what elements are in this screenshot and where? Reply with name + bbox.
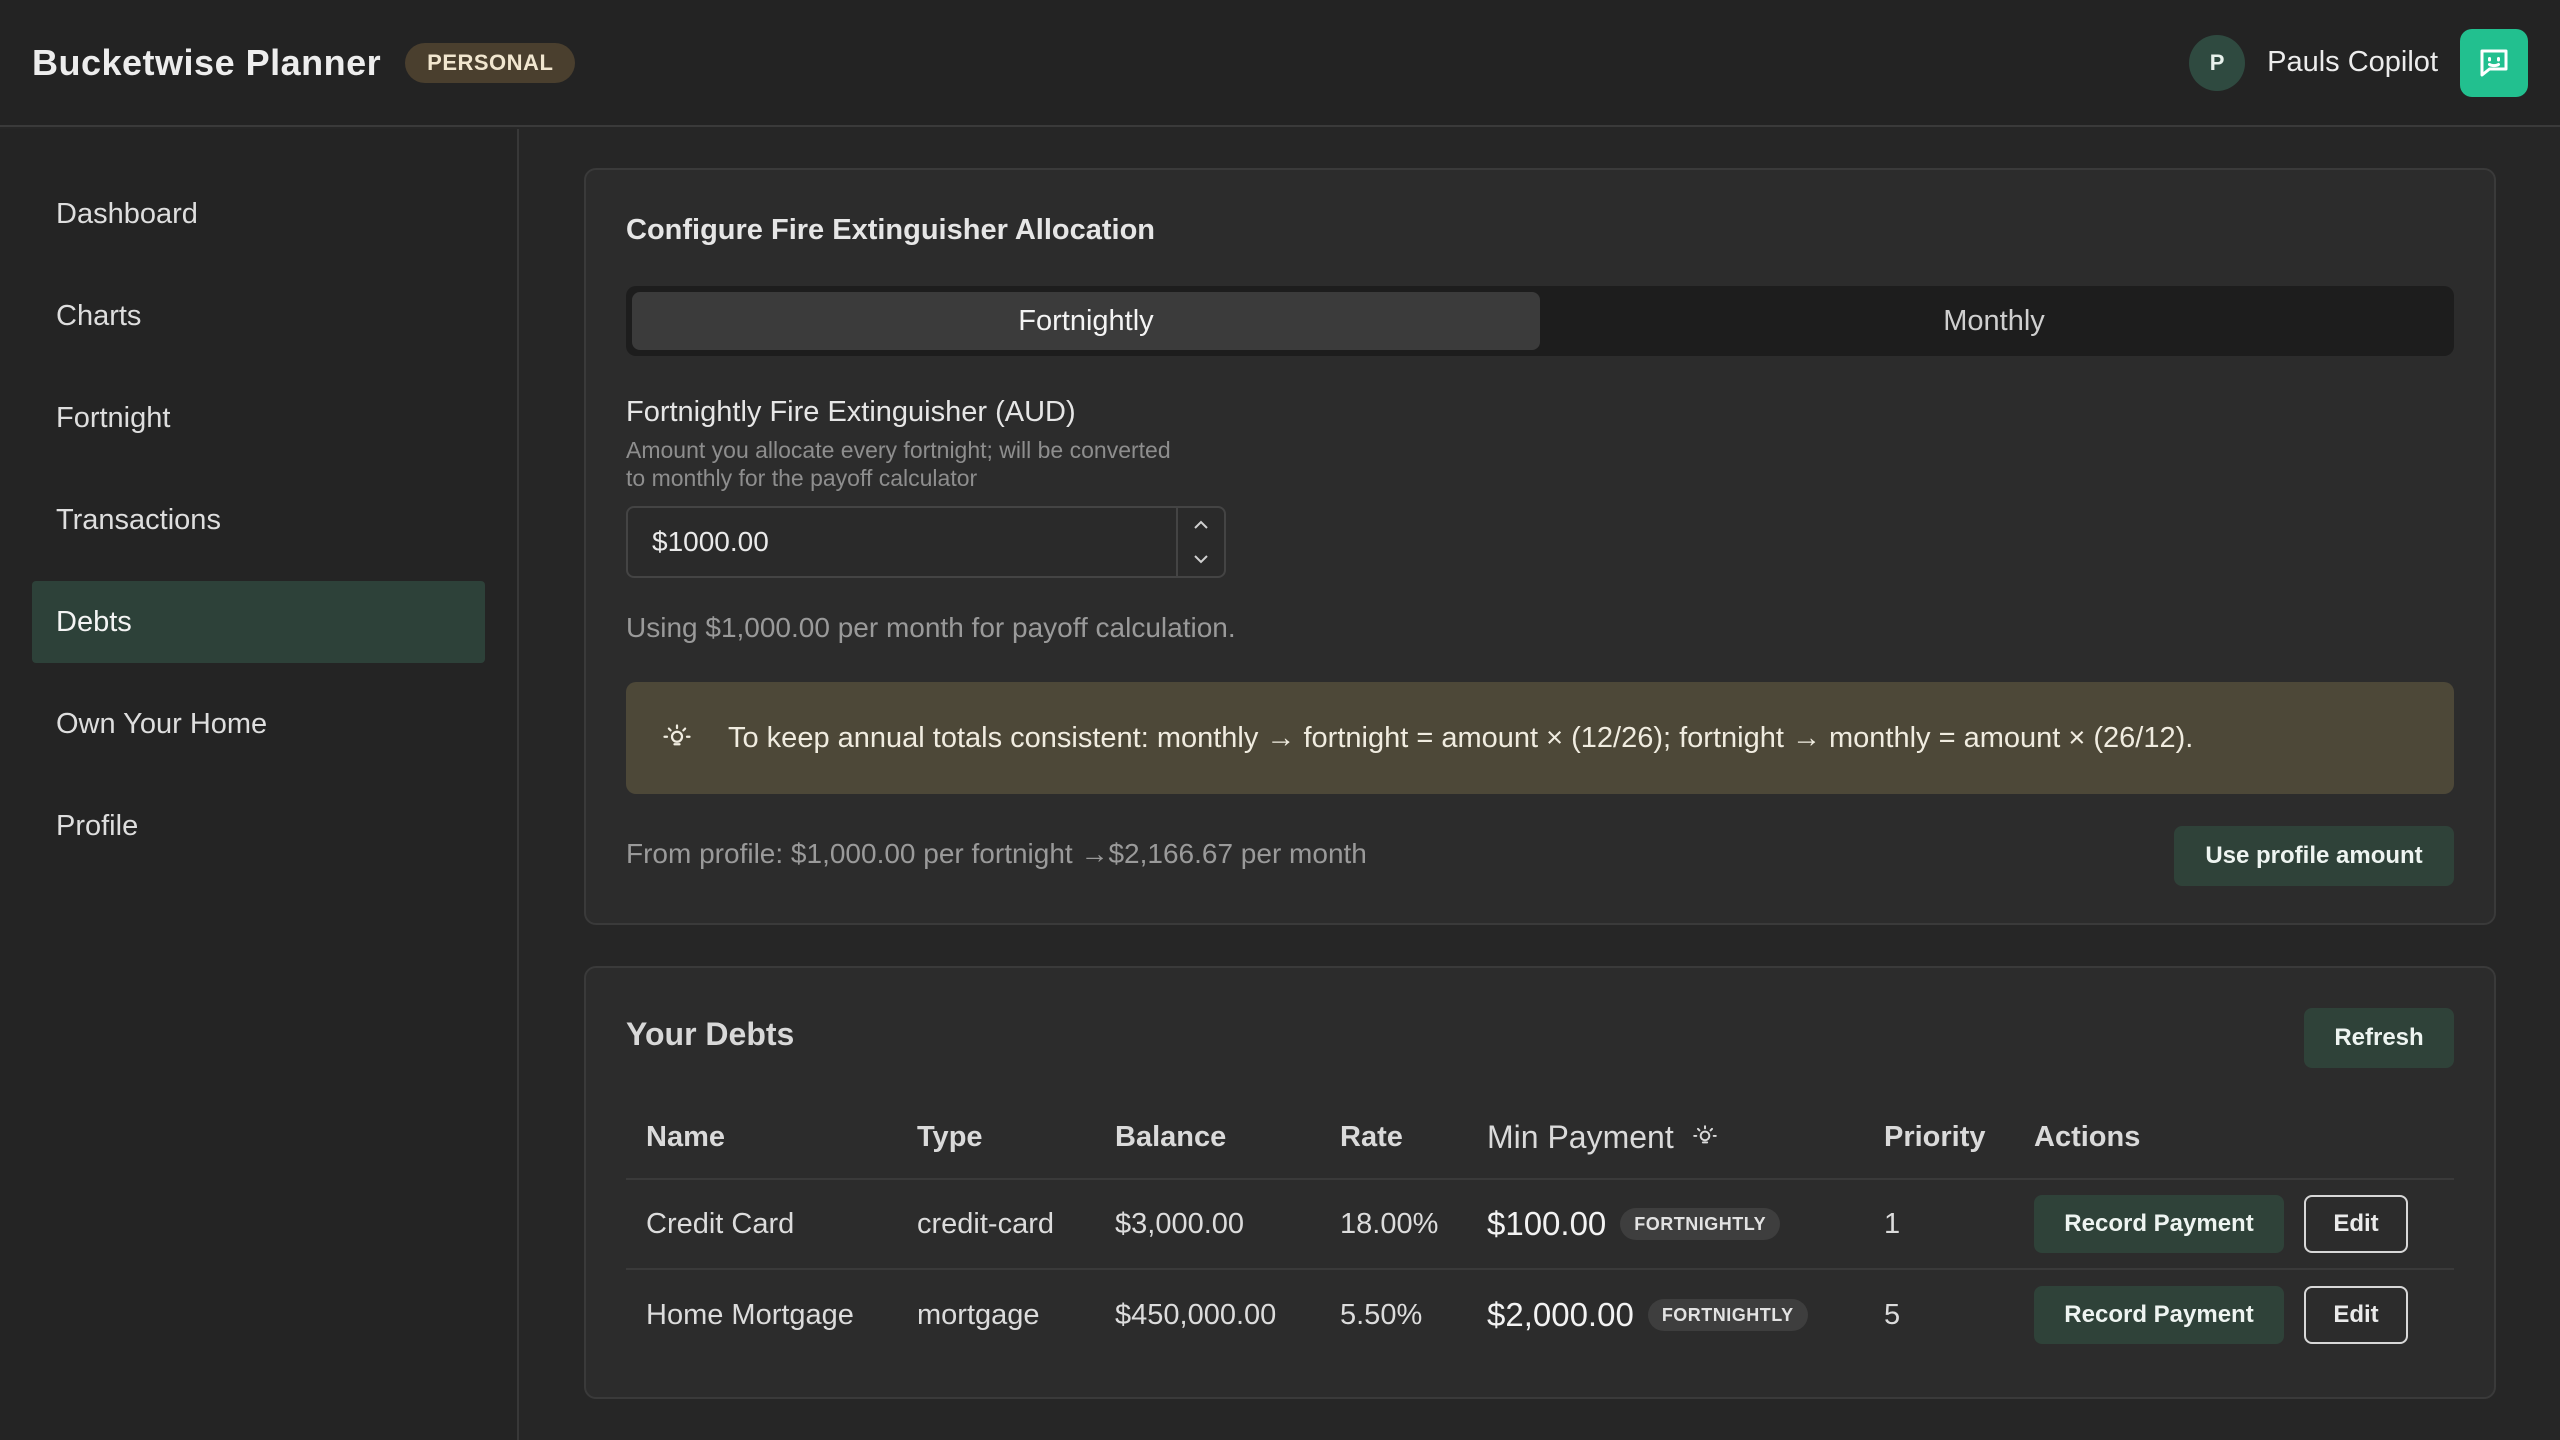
sidebar: Dashboard Charts Fortnight Transactions … bbox=[0, 129, 519, 1440]
allocation-field-help: Amount you allocate every fortnight; wil… bbox=[626, 437, 1171, 491]
top-header: Bucketwise Planner PERSONAL P Pauls Copi… bbox=[0, 0, 2560, 127]
increment-button[interactable] bbox=[1178, 508, 1224, 542]
chat-bubble-icon bbox=[2480, 49, 2508, 76]
debts-table: Name Type Balance Rate Min Payment Prior… bbox=[626, 1096, 2454, 1360]
column-header-balance: Balance bbox=[1115, 1120, 1227, 1153]
tab-fortnightly[interactable]: Fortnightly bbox=[632, 292, 1540, 350]
edit-button[interactable]: Edit bbox=[2304, 1286, 2408, 1344]
table-row: Credit Card credit-card $3,000.00 18.00%… bbox=[626, 1180, 2454, 1270]
chevron-up-icon bbox=[1194, 520, 1208, 529]
debt-balance: $450,000.00 bbox=[1115, 1298, 1277, 1331]
column-header-rate: Rate bbox=[1340, 1120, 1403, 1153]
allocation-card: Configure Fire Extinguisher Allocation F… bbox=[584, 168, 2496, 925]
debt-priority: 5 bbox=[1884, 1298, 1901, 1331]
column-header-min-payment: Min Payment bbox=[1467, 1119, 1864, 1156]
tab-monthly[interactable]: Monthly bbox=[1540, 292, 2448, 350]
debt-name: Credit Card bbox=[646, 1207, 795, 1240]
avatar[interactable]: P bbox=[2189, 34, 2246, 91]
record-payment-button[interactable]: Record Payment bbox=[2034, 1195, 2284, 1253]
sidebar-item-dashboard[interactable]: Dashboard bbox=[32, 173, 485, 255]
sidebar-item-own-your-home[interactable]: Own Your Home bbox=[32, 683, 485, 765]
debt-type: credit-card bbox=[917, 1207, 1054, 1240]
app-brand[interactable]: Bucketwise Planner bbox=[32, 42, 381, 84]
workspace-badge: PERSONAL bbox=[405, 42, 576, 83]
frequency-badge: FORTNIGHTLY bbox=[1620, 1208, 1781, 1240]
sidebar-item-charts[interactable]: Charts bbox=[32, 275, 485, 357]
conversion-tip: To keep annual totals consistent: monthl… bbox=[626, 682, 2454, 794]
column-header-type: Type bbox=[917, 1120, 983, 1153]
chevron-down-icon bbox=[1194, 555, 1208, 564]
min-payment-amount: $100.00 bbox=[1487, 1205, 1607, 1242]
debt-balance: $3,000.00 bbox=[1115, 1207, 1245, 1240]
frequency-badge: FORTNIGHTLY bbox=[1647, 1299, 1808, 1331]
allocation-amount-value[interactable]: $1000.00 bbox=[628, 526, 1176, 558]
column-header-actions: Actions bbox=[2034, 1120, 2141, 1153]
debt-rate: 5.50% bbox=[1340, 1298, 1423, 1331]
debts-card: Your Debts Refresh Name Type Balance Rat… bbox=[584, 966, 2496, 1399]
lightbulb-icon bbox=[663, 724, 691, 746]
debt-actions: Record Payment Edit bbox=[2014, 1286, 2454, 1344]
use-profile-amount-button[interactable]: Use profile amount bbox=[2174, 826, 2454, 886]
debt-priority: 1 bbox=[1884, 1207, 1901, 1240]
amount-stepper bbox=[1176, 508, 1224, 576]
payoff-usage-text: Using $1,000.00 per month for payoff cal… bbox=[626, 612, 1236, 643]
lightbulb-icon[interactable] bbox=[1692, 1124, 1718, 1150]
allocation-title: Configure Fire Extinguisher Allocation bbox=[626, 214, 1156, 246]
refresh-button[interactable]: Refresh bbox=[2304, 1008, 2454, 1068]
allocation-amount-input[interactable]: $1000.00 bbox=[626, 506, 1226, 578]
debt-min-payment: $100.00 FORTNIGHTLY bbox=[1467, 1205, 1864, 1243]
min-payment-header-label: Min Payment bbox=[1487, 1118, 1674, 1155]
debts-title: Your Debts bbox=[626, 1016, 795, 1052]
chat-button[interactable] bbox=[2460, 28, 2528, 97]
sidebar-item-fortnight[interactable]: Fortnight bbox=[32, 377, 485, 459]
column-header-name: Name bbox=[646, 1120, 725, 1153]
debt-rate: 18.00% bbox=[1340, 1207, 1439, 1240]
min-payment-amount: $2,000.00 bbox=[1487, 1296, 1634, 1333]
edit-button[interactable]: Edit bbox=[2304, 1195, 2408, 1253]
sidebar-item-profile[interactable]: Profile bbox=[32, 785, 485, 867]
debt-name: Home Mortgage bbox=[646, 1298, 854, 1331]
conversion-tip-text: To keep annual totals consistent: monthl… bbox=[728, 721, 2194, 754]
table-row: Home Mortgage mortgage $450,000.00 5.50%… bbox=[626, 1270, 2454, 1360]
user-name: Pauls Copilot bbox=[2267, 46, 2438, 78]
header-user-area: P Pauls Copilot bbox=[2189, 28, 2528, 97]
debt-min-payment: $2,000.00 FORTNIGHTLY bbox=[1467, 1296, 1864, 1334]
debt-type: mortgage bbox=[917, 1298, 1040, 1331]
table-header-row: Name Type Balance Rate Min Payment Prior… bbox=[626, 1096, 2454, 1180]
debt-actions: Record Payment Edit bbox=[2014, 1195, 2454, 1253]
profile-amount-text: From profile: $1,000.00 per fortnight →$… bbox=[626, 838, 1367, 869]
sidebar-item-debts[interactable]: Debts bbox=[32, 581, 485, 663]
allocation-field-label: Fortnightly Fire Extinguisher (AUD) bbox=[626, 396, 1076, 428]
decrement-button[interactable] bbox=[1178, 542, 1224, 576]
sidebar-item-transactions[interactable]: Transactions bbox=[32, 479, 485, 561]
column-header-priority: Priority bbox=[1884, 1120, 1986, 1153]
frequency-toggle: Fortnightly Monthly bbox=[626, 286, 2454, 356]
record-payment-button[interactable]: Record Payment bbox=[2034, 1286, 2284, 1344]
